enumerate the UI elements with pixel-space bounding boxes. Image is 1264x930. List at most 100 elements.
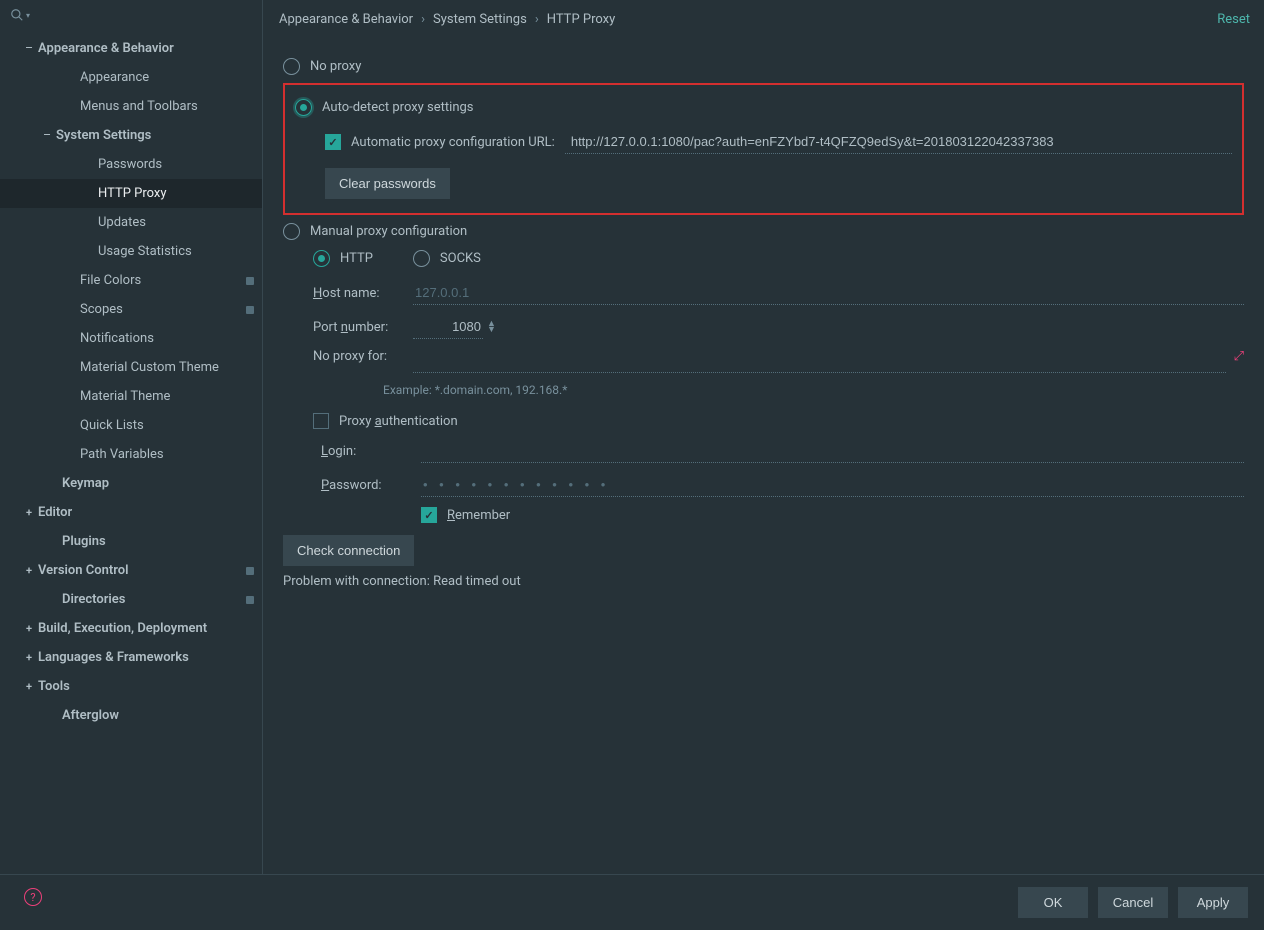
tree-item-label: Build, Execution, Deployment — [38, 621, 254, 636]
tree-item-label: Directories — [62, 592, 246, 607]
proxy-auth-checkbox[interactable]: ✓ — [313, 413, 329, 429]
port-number-input[interactable] — [413, 315, 483, 339]
password-input[interactable] — [421, 473, 1244, 497]
http-protocol-radio[interactable]: HTTP — [313, 250, 373, 267]
tree-item-label: System Settings — [56, 128, 254, 143]
tree-item-languages-frameworks[interactable]: Languages & Frameworks — [0, 643, 262, 672]
tree-item-plugins[interactable]: Plugins — [0, 527, 262, 556]
tree-item-file-colors[interactable]: File Colors — [0, 266, 262, 295]
tree-item-usage-statistics[interactable]: Usage Statistics — [0, 237, 262, 266]
breadcrumb-appearance[interactable]: Appearance & Behavior — [277, 12, 415, 27]
collapse-icon[interactable] — [38, 131, 56, 141]
settings-sidebar: ▾ Appearance & Behavior Appearance Menus a… — [0, 0, 263, 874]
tree-item-appearance[interactable]: Appearance — [0, 63, 262, 92]
tree-item-notifications[interactable]: Notifications — [0, 324, 262, 353]
auto-detect-highlight: Auto-detect proxy settings ✓ Automatic p… — [283, 83, 1244, 215]
expand-icon[interactable] — [20, 651, 38, 664]
no-proxy-for-input[interactable] — [413, 349, 1226, 373]
tree-item-material-theme[interactable]: Material Theme — [0, 382, 262, 411]
help-icon[interactable]: ? — [24, 888, 42, 906]
dialog-footer: OK Cancel Apply — [0, 874, 1264, 930]
manual-proxy-label: Manual proxy configuration — [310, 224, 467, 239]
login-label: Login: — [321, 444, 421, 459]
remember-label: Remember — [447, 508, 510, 523]
tree-item-label: Usage Statistics — [98, 244, 254, 259]
tree-item-path-variables[interactable]: Path Variables — [0, 440, 262, 469]
tree-item-label: Quick Lists — [80, 418, 254, 433]
host-name-input[interactable] — [413, 281, 1244, 305]
no-proxy-label: No proxy — [310, 59, 361, 74]
login-input[interactable] — [421, 439, 1244, 463]
tree-item-quick-lists[interactable]: Quick Lists — [0, 411, 262, 440]
tree-item-editor[interactable]: Editor — [0, 498, 262, 527]
apply-button[interactable]: Apply — [1178, 887, 1248, 918]
tree-item-label: Appearance — [80, 70, 254, 85]
manual-proxy-radio[interactable]: Manual proxy configuration — [283, 223, 1244, 240]
tree-item-directories[interactable]: Directories — [0, 585, 262, 614]
tree-item-label: Passwords — [98, 157, 254, 172]
tree-item-version-control[interactable]: Version Control — [0, 556, 262, 585]
auto-url-label: Automatic proxy configuration URL: — [351, 135, 555, 150]
project-badge-icon — [246, 567, 254, 575]
expand-icon[interactable] — [20, 506, 38, 519]
tree-item-label: Notifications — [80, 331, 254, 346]
clear-passwords-button[interactable]: Clear passwords — [325, 168, 450, 199]
tree-item-label: Tools — [38, 679, 254, 694]
tree-item-label: Scopes — [80, 302, 246, 317]
tree-item-updates[interactable]: Updates — [0, 208, 262, 237]
tree-item-menus-and-toolbars[interactable]: Menus and Toolbars — [0, 92, 262, 121]
tree-item-http-proxy[interactable]: HTTP Proxy — [0, 179, 262, 208]
collapse-icon[interactable] — [20, 44, 38, 54]
reset-link[interactable]: Reset — [1217, 12, 1250, 27]
search-icon[interactable] — [10, 8, 24, 22]
password-label: Password: — [321, 478, 421, 493]
expand-icon[interactable]: ⤢ — [1234, 349, 1244, 364]
remember-checkbox[interactable]: ✓ — [421, 507, 437, 523]
auto-url-input[interactable] — [565, 130, 1232, 154]
project-badge-icon — [246, 306, 254, 314]
auto-url-checkbox[interactable]: ✓ — [325, 134, 341, 150]
tree-item-tools[interactable]: Tools — [0, 672, 262, 701]
no-proxy-radio[interactable]: No proxy — [283, 58, 1244, 75]
tree-item-label: File Colors — [80, 273, 246, 288]
tree-item-passwords[interactable]: Passwords — [0, 150, 262, 179]
no-proxy-for-label: No proxy for: — [313, 349, 413, 364]
project-badge-icon — [246, 596, 254, 604]
chevron-right-icon: › — [529, 12, 545, 27]
tree-item-scopes[interactable]: Scopes — [0, 295, 262, 324]
host-name-label: Host name: — [313, 286, 413, 301]
check-connection-button[interactable]: Check connection — [283, 535, 414, 566]
radio-icon — [413, 250, 430, 267]
tree-item-label: Languages & Frameworks — [38, 650, 254, 665]
tree-item-label: Path Variables — [80, 447, 254, 462]
tree-item-label: Editor — [38, 505, 254, 520]
cancel-button[interactable]: Cancel — [1098, 887, 1168, 918]
ok-button[interactable]: OK — [1018, 887, 1088, 918]
tree-item-label: Material Custom Theme — [80, 360, 254, 375]
chevron-right-icon: › — [415, 12, 431, 27]
tree-item-system-settings[interactable]: System Settings — [0, 121, 262, 150]
auto-detect-label: Auto-detect proxy settings — [322, 100, 474, 115]
spinner-icon[interactable]: ▲▼ — [487, 321, 496, 333]
tree-item-material-custom-theme[interactable]: Material Custom Theme — [0, 353, 262, 382]
socks-protocol-radio[interactable]: SOCKS — [413, 250, 481, 267]
tree-item-appearance-behavior[interactable]: Appearance & Behavior — [0, 34, 262, 63]
expand-icon[interactable] — [20, 622, 38, 635]
tree-item-label: Afterglow — [62, 708, 254, 723]
tree-item-label: Updates — [98, 215, 254, 230]
tree-item-label: Menus and Toolbars — [80, 99, 254, 114]
expand-icon[interactable] — [20, 680, 38, 693]
tree-item-keymap[interactable]: Keymap — [0, 469, 262, 498]
breadcrumb-system-settings[interactable]: System Settings — [431, 12, 529, 27]
auto-detect-radio[interactable]: Auto-detect proxy settings — [295, 99, 1232, 116]
socks-protocol-label: SOCKS — [440, 251, 481, 266]
port-number-label: Port number: — [313, 320, 413, 335]
breadcrumb-http-proxy: HTTP Proxy — [545, 12, 618, 27]
expand-icon[interactable] — [20, 564, 38, 577]
search-dropdown-icon[interactable]: ▾ — [26, 11, 30, 20]
radio-icon — [283, 223, 300, 240]
tree-item-afterglow[interactable]: Afterglow — [0, 701, 262, 730]
proxy-auth-label: Proxy authentication — [339, 414, 458, 429]
http-protocol-label: HTTP — [340, 251, 373, 266]
tree-item-build-execution-deployment[interactable]: Build, Execution, Deployment — [0, 614, 262, 643]
